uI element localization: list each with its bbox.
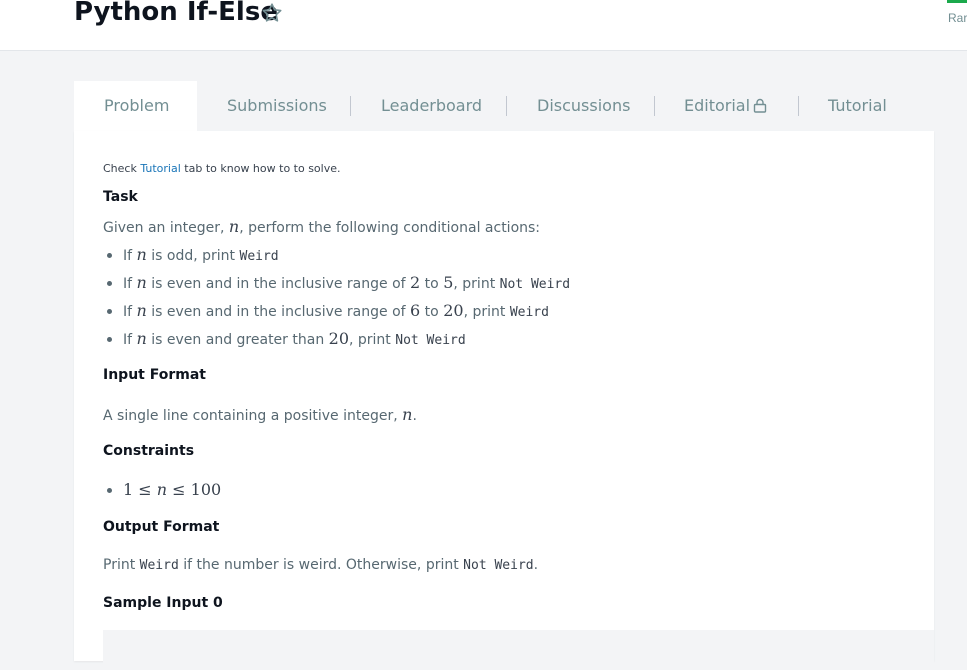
code-output: Weird <box>139 558 179 573</box>
rank-progress-bar <box>947 0 967 3</box>
input-format-text: A single line containing a positive inte… <box>103 405 417 424</box>
list-item: If n is even and in the inclusive range … <box>103 273 570 292</box>
tab-divider <box>798 96 799 116</box>
text: to <box>420 276 444 292</box>
text: Print <box>103 557 140 573</box>
math-operator: ≤ <box>167 480 191 499</box>
tab-label: Submissions <box>227 96 327 115</box>
output-format-heading: Output Format <box>103 519 220 535</box>
math-number: 20 <box>443 301 464 320</box>
text: If <box>123 248 137 264</box>
math-var: n <box>228 217 240 236</box>
math-var: n <box>402 405 413 424</box>
output-format-text: Print Weird if the number is weird. Othe… <box>103 557 538 573</box>
text: , print <box>349 332 396 348</box>
sample-input-box <box>103 630 934 670</box>
math-var: n <box>136 273 147 292</box>
sample-input-heading: Sample Input 0 <box>103 595 223 611</box>
tab-label: Problem <box>104 96 170 115</box>
text: If <box>123 304 137 320</box>
tutorial-note: Check Tutorial tab to know how to to sol… <box>103 162 341 175</box>
text: If <box>123 276 137 292</box>
tab-editorial[interactable]: Editorial <box>684 81 767 131</box>
text: to <box>420 304 444 320</box>
bullet <box>107 487 112 493</box>
code-output: Weird <box>509 305 549 320</box>
tab-discussions[interactable]: Discussions <box>537 81 630 131</box>
input-format-heading: Input Format <box>103 367 206 383</box>
page-title: Python If-Else <box>74 0 278 27</box>
math-number: 100 <box>190 480 222 499</box>
math-number: 1 <box>123 480 134 499</box>
text: Given an integer, <box>103 220 229 236</box>
lock-icon <box>753 98 767 113</box>
note-text: Check <box>103 162 141 175</box>
math-var: n <box>136 245 147 264</box>
page-header: Python If-Else Rar <box>0 0 967 51</box>
tab-label: Editorial <box>684 96 751 115</box>
text: is even and greater than <box>146 332 329 348</box>
tab-label: Leaderboard <box>381 96 483 115</box>
bullet <box>107 252 112 258</box>
math-operator: ≤ <box>133 480 157 499</box>
problem-tabs: Problem Submissions Leaderboard Discussi… <box>74 81 934 131</box>
code-output: Not Weird <box>463 558 534 573</box>
text: is odd, print <box>146 248 240 264</box>
list-item: If n is even and in the inclusive range … <box>103 301 549 320</box>
note-text: tab to know how to to solve. <box>180 162 341 175</box>
tab-problem[interactable]: Problem <box>74 81 197 131</box>
tab-divider <box>654 96 655 116</box>
tab-divider <box>350 96 351 116</box>
math-var: n <box>136 301 147 320</box>
math-number: 5 <box>443 273 454 292</box>
code-output: Not Weird <box>499 277 571 292</box>
tab-divider <box>506 96 507 116</box>
constraints-heading: Constraints <box>103 443 195 459</box>
problem-panel: Check Tutorial tab to know how to to sol… <box>74 131 934 670</box>
task-intro: Given an integer, n, perform the followi… <box>103 217 540 236</box>
text: , print <box>463 304 510 320</box>
math-number: 2 <box>410 273 421 292</box>
bullet <box>107 336 112 342</box>
text: is even and in the inclusive range of <box>146 276 411 292</box>
code-output: Not Weird <box>395 333 466 348</box>
math-var: n <box>156 480 168 499</box>
text: . <box>412 408 417 424</box>
math-var: n <box>136 329 147 348</box>
tab-label: Discussions <box>537 96 631 115</box>
text: , perform the following conditional acti… <box>239 220 541 236</box>
constraint-item: 1 ≤ n ≤ 100 <box>103 480 221 499</box>
code-output: Weird <box>239 249 279 264</box>
star-icon[interactable] <box>260 1 284 25</box>
list-item: If n is odd, print Weird <box>103 245 279 264</box>
text: is even and in the inclusive range of <box>146 304 411 320</box>
bullet <box>107 308 112 314</box>
text: If <box>123 332 137 348</box>
tab-tutorial[interactable]: Tutorial <box>828 81 887 131</box>
tab-label: Tutorial <box>828 96 887 115</box>
list-item: If n is even and greater than 20, print … <box>103 329 466 348</box>
math-number: 20 <box>328 329 349 348</box>
text: , print <box>453 276 500 292</box>
tab-submissions[interactable]: Submissions <box>227 81 327 131</box>
text: A single line containing a positive inte… <box>103 408 403 424</box>
bullet <box>107 280 112 286</box>
tutorial-link[interactable]: Tutorial <box>140 162 180 175</box>
tab-leaderboard[interactable]: Leaderboard <box>381 81 482 131</box>
text: if the number is weird. Otherwise, print <box>178 557 464 573</box>
task-heading: Task <box>103 189 138 205</box>
rank-label: Rar <box>948 11 967 25</box>
text: . <box>533 557 539 573</box>
math-number: 6 <box>410 301 421 320</box>
